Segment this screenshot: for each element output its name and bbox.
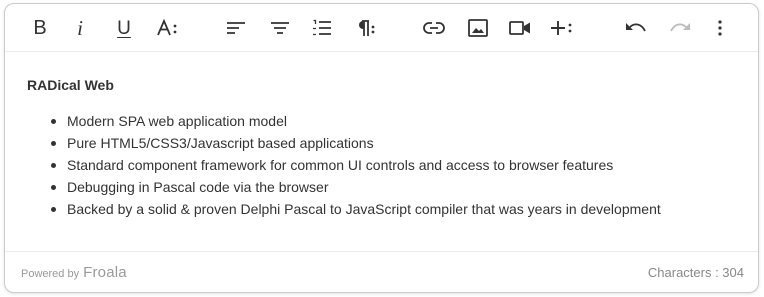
ordered-list-button[interactable] [305, 12, 339, 44]
list-item: Modern SPA web application model [51, 110, 736, 132]
video-icon [509, 21, 530, 35]
undo-icon [626, 23, 646, 32]
bold-button[interactable]: B [23, 12, 57, 44]
powered-by-label: Powered by [21, 267, 80, 280]
text-format-button[interactable] [151, 12, 185, 44]
content-heading: RADical Web [27, 77, 114, 93]
redo-icon [670, 23, 690, 32]
editor-toolbar: B i U [5, 4, 758, 52]
list-item: Standard component framework for common … [51, 154, 736, 176]
list-item: Debugging in Pascal code via the browser [51, 176, 736, 198]
bullet-list: Modern SPA web application model Pure HT… [27, 110, 736, 220]
rich-text-editor: B i U RADical Web Modern SPA web applica… [4, 3, 759, 293]
editor-content-area[interactable]: RADical Web Modern SPA web application m… [5, 53, 758, 251]
align-center-button[interactable] [263, 12, 297, 44]
character-count: Characters : 304 [647, 264, 744, 280]
link-icon [423, 22, 445, 34]
list-item: Backed by a solid & proven Delphi Pascal… [51, 198, 736, 220]
paragraph-format-icon [359, 20, 375, 36]
bold-icon: B [33, 17, 47, 39]
redo-button[interactable] [663, 12, 697, 44]
align-button[interactable] [219, 12, 253, 44]
paragraph-format-button[interactable] [348, 12, 382, 44]
image-icon [468, 19, 488, 37]
insert-more-icon [551, 21, 572, 35]
ordered-list-icon [313, 19, 331, 36]
italic-icon: i [77, 15, 83, 40]
align-left-icon [227, 22, 245, 34]
text-format-icon [157, 19, 177, 36]
insert-more-button[interactable] [545, 12, 579, 44]
underline-button[interactable]: U [107, 12, 141, 44]
editor-footer: Powered by Froala Characters : 304 [5, 251, 758, 292]
froala-logo: Froala [83, 263, 127, 281]
italic-button[interactable]: i [63, 12, 97, 44]
powered-by-link[interactable]: Powered by Froala [21, 264, 127, 281]
list-item: Pure HTML5/CSS3/Javascript based applica… [51, 132, 736, 154]
insert-video-button[interactable] [503, 12, 537, 44]
underline-icon: U [117, 17, 131, 39]
align-center-icon [271, 22, 289, 34]
insert-link-button[interactable] [417, 12, 451, 44]
more-vertical-icon [718, 20, 722, 36]
more-options-button[interactable] [703, 12, 737, 44]
undo-button[interactable] [619, 12, 653, 44]
insert-image-button[interactable] [461, 12, 495, 44]
